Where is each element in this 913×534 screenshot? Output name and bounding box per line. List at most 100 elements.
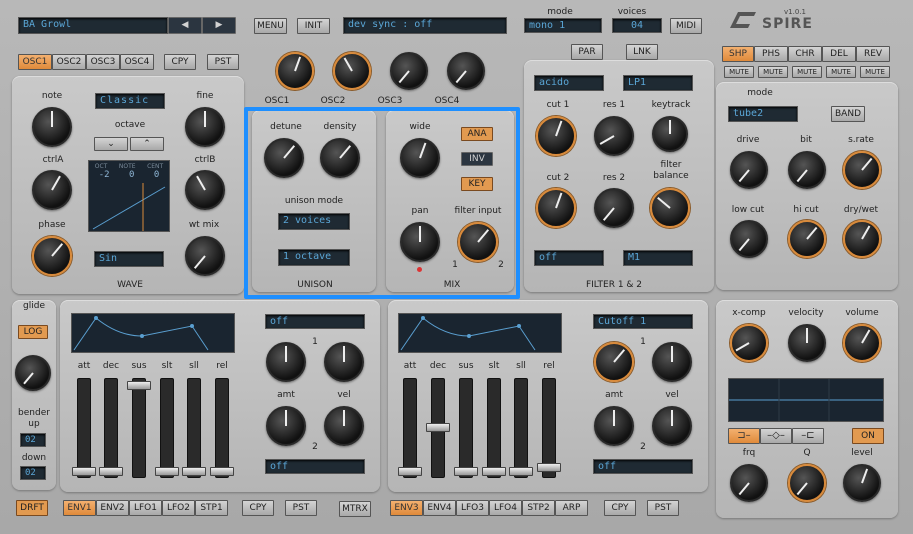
env2-slt-fader[interactable] (482, 378, 506, 478)
preset-display[interactable]: BA Growl (18, 17, 168, 34)
bender-up-display[interactable]: 02 (20, 433, 46, 447)
env2-vel2-knob[interactable] (652, 406, 692, 446)
glide-log-button[interactable]: LOG (18, 325, 48, 339)
wtmix-knob[interactable] (185, 236, 225, 276)
mute-rev-button[interactable]: MUTE (860, 66, 890, 78)
drywet-knob[interactable] (843, 220, 881, 258)
bit-knob[interactable] (788, 151, 826, 189)
tab-env1[interactable]: ENV1 (63, 500, 96, 516)
mod1-paste-button[interactable]: PST (285, 500, 317, 516)
wave-select-display[interactable]: Sin (94, 251, 164, 267)
osc-copy-button[interactable]: CPY (164, 54, 196, 70)
cut2-knob[interactable] (536, 188, 576, 228)
env1-rel-fader[interactable] (210, 378, 234, 478)
env2-dec-fader[interactable] (426, 378, 450, 478)
tab-lfo2[interactable]: LFO2 (162, 500, 195, 516)
env1-amt1-knob[interactable] (266, 342, 306, 382)
ctrla-knob[interactable] (32, 170, 72, 210)
eq-on-button[interactable]: ON (852, 428, 884, 444)
bender-down-display[interactable]: 02 (20, 466, 46, 480)
volume-knob[interactable] (843, 324, 881, 362)
level-knob[interactable] (843, 464, 881, 502)
tab-lfo1[interactable]: LFO1 (129, 500, 162, 516)
osc4-level-knob[interactable] (447, 52, 485, 90)
res2-knob[interactable] (594, 188, 634, 228)
q-knob[interactable] (788, 464, 826, 502)
mute-phs-button[interactable]: MUTE (758, 66, 788, 78)
drift-button[interactable]: DRFT (16, 500, 48, 516)
dev-sync-display[interactable]: dev sync : off (343, 17, 507, 34)
filter-balance-knob[interactable] (650, 188, 690, 228)
tab-phs[interactable]: PHS (754, 46, 788, 62)
drive-knob[interactable] (730, 151, 768, 189)
xcomp-knob[interactable] (730, 324, 768, 362)
lnk-button[interactable]: LNK (626, 44, 658, 60)
tab-osc4[interactable]: OSC4 (120, 54, 154, 70)
res1-knob[interactable] (594, 116, 634, 156)
env1-vel1-knob[interactable] (324, 342, 364, 382)
env1-dest2-display[interactable]: off (265, 459, 365, 474)
env1-vel2-knob[interactable] (324, 406, 364, 446)
env2-amt1-knob[interactable] (594, 342, 634, 382)
env2-dest2-display[interactable]: off (593, 459, 693, 474)
env2-att-fader[interactable] (398, 378, 422, 478)
note-knob[interactable] (32, 107, 72, 147)
mute-shp-button[interactable]: MUTE (724, 66, 754, 78)
eq-lowshelf-button[interactable]: ⊐– (728, 428, 760, 444)
env1-att-fader[interactable] (72, 378, 96, 478)
glide-knob[interactable] (15, 355, 51, 391)
tab-lfo3[interactable]: LFO3 (456, 500, 489, 516)
voices-display[interactable]: 04 (612, 18, 662, 33)
tab-rev[interactable]: REV (856, 46, 890, 62)
mod1-copy-button[interactable]: CPY (242, 500, 274, 516)
filter1-mode-display[interactable]: off (534, 250, 604, 266)
osc-paste-button[interactable]: PST (207, 54, 239, 70)
env2-vel1-knob[interactable] (652, 342, 692, 382)
octave-up-button[interactable]: ⌃ (130, 137, 164, 151)
env1-slt-fader[interactable] (155, 378, 179, 478)
preset-prev-button[interactable]: ◀ (168, 17, 202, 34)
env1-amt2-knob[interactable] (266, 406, 306, 446)
mod2-copy-button[interactable]: CPY (604, 500, 636, 516)
band-button[interactable]: BAND (831, 106, 865, 122)
env2-amt2-knob[interactable] (594, 406, 634, 446)
hicut-knob[interactable] (788, 220, 826, 258)
mod2-paste-button[interactable]: PST (647, 500, 679, 516)
matrix-button[interactable]: MTRX (339, 501, 371, 517)
tab-osc1[interactable]: OSC1 (18, 54, 52, 70)
env1-sus-fader[interactable] (127, 378, 151, 478)
eq-peak-button[interactable]: –◇– (760, 428, 792, 444)
menu-button[interactable]: MENU (254, 18, 287, 34)
osc3-level-knob[interactable] (390, 52, 428, 90)
srate-knob[interactable] (843, 151, 881, 189)
ctrlb-knob[interactable] (185, 170, 225, 210)
osc-mode-display[interactable]: Classic (95, 93, 165, 109)
filter2-type-display[interactable]: LP1 (623, 75, 693, 91)
tab-lfo4[interactable]: LFO4 (489, 500, 522, 516)
osc1-level-knob[interactable] (276, 52, 314, 90)
par-button[interactable]: PAR (571, 44, 603, 60)
mute-del-button[interactable]: MUTE (826, 66, 856, 78)
tab-osc3[interactable]: OSC3 (86, 54, 120, 70)
tab-env4[interactable]: ENV4 (423, 500, 456, 516)
env1-dest1-display[interactable]: off (265, 314, 365, 329)
cut1-knob[interactable] (536, 116, 576, 156)
env1-dec-fader[interactable] (99, 378, 123, 478)
keytrack-knob[interactable] (652, 116, 688, 152)
preset-next-button[interactable]: ▶ (202, 17, 236, 34)
init-button[interactable]: INIT (297, 18, 330, 34)
tab-del[interactable]: DEL (822, 46, 856, 62)
filter1-type-display[interactable]: acido (534, 75, 604, 91)
env1-sll-fader[interactable] (182, 378, 206, 478)
shaper-mode-display[interactable]: tube2 (728, 106, 798, 122)
tab-stp2[interactable]: STP2 (522, 500, 555, 516)
phase-knob[interactable] (32, 236, 72, 276)
frq-knob[interactable] (730, 464, 768, 502)
velocity-knob[interactable] (788, 324, 826, 362)
env2-rel-fader[interactable] (537, 378, 561, 478)
eq-highshelf-button[interactable]: –⊏ (792, 428, 824, 444)
midi-button[interactable]: MIDI (670, 18, 702, 34)
tab-stp1[interactable]: STP1 (195, 500, 228, 516)
env2-sus-fader[interactable] (454, 378, 478, 478)
tab-shp[interactable]: SHP (722, 46, 754, 62)
